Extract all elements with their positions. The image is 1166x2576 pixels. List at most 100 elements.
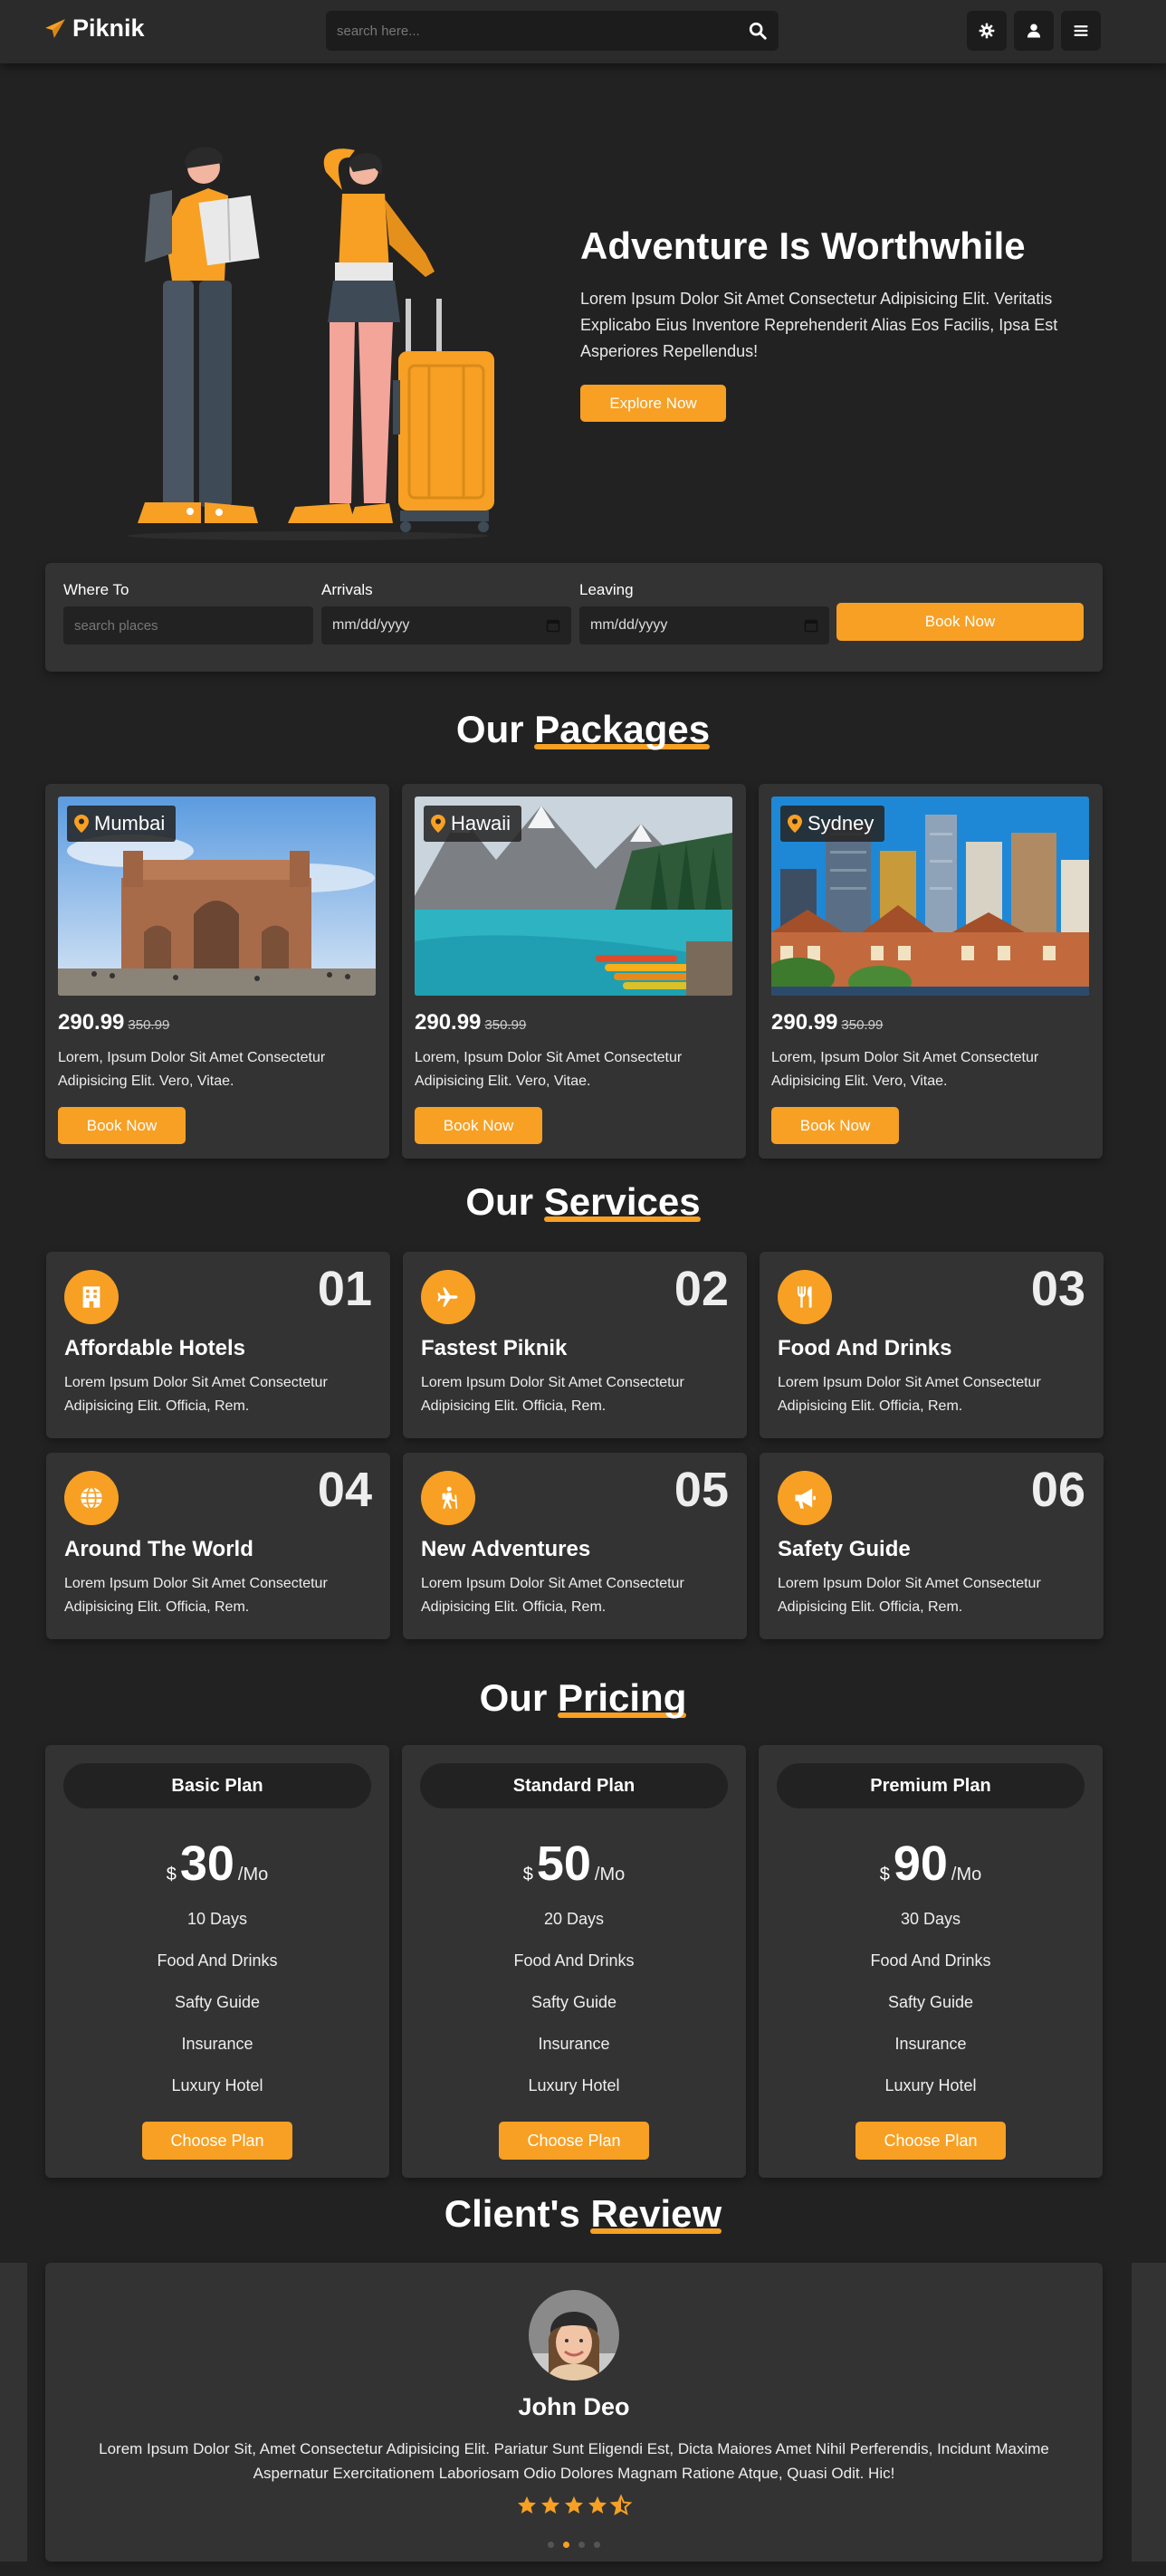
service-text: Lorem Ipsum Dolor Sit Amet Consectetur A… — [421, 1576, 684, 1615]
where-to-field: Where To search places — [63, 581, 313, 644]
globe-icon-badge — [64, 1471, 119, 1525]
service-title: Affordable Hotels — [64, 1336, 246, 1360]
calendar-icon[interactable] — [546, 618, 560, 633]
leaving-label: Leaving — [579, 581, 634, 598]
hotel-icon-badge — [64, 1270, 119, 1324]
slider-dot[interactable] — [548, 2542, 554, 2548]
service-text: Lorem Ipsum Dolor Sit Amet Consectetur A… — [778, 1576, 1041, 1615]
map-marker-icon — [788, 815, 802, 833]
currency-symbol: $ — [166, 1865, 177, 1884]
package-card-mumbai: Mumbai 290.99 350.99 Lorem, Ipsum Dolor S… — [45, 784, 389, 1159]
calendar-icon[interactable] — [804, 618, 818, 633]
booking-form: Where To search places Arrivals mm/dd/yy… — [45, 563, 1103, 672]
hero-description: Lorem Ipsum Dolor Sit Amet Consectetur A… — [580, 290, 1058, 360]
service-title: Food And Drinks — [778, 1336, 952, 1360]
map-marker-icon — [74, 815, 89, 833]
search-bar — [326, 11, 779, 51]
menu-button[interactable] — [1061, 11, 1101, 51]
old-price: 350.99 — [841, 1017, 884, 1033]
current-price: 290.99 — [415, 1010, 482, 1035]
plan-feature: Safty Guide — [174, 1993, 261, 2011]
plane-icon-badge — [421, 1270, 475, 1324]
review-heading-highlight: Review — [590, 2192, 722, 2235]
where-to-input[interactable]: search places — [63, 606, 313, 644]
plan-name: Standard Plan — [420, 1763, 728, 1808]
globe-icon — [81, 1486, 102, 1510]
packages-heading: Our Packages — [0, 708, 1166, 751]
book-now-button[interactable]: Book Now — [836, 603, 1084, 641]
search-input[interactable] — [337, 23, 748, 39]
slider-pagination — [45, 2542, 1103, 2548]
pricing-heading-plain: Our — [479, 1676, 558, 1719]
search-icon[interactable] — [748, 21, 768, 41]
travelers-illustration — [127, 147, 494, 540]
star-rating — [45, 2495, 1103, 2516]
pricing-card-premium: Premium Plan $ 90 /Mo 30 Days Food And D… — [759, 1745, 1103, 2178]
arrivals-label: Arrivals — [321, 581, 373, 598]
slider-dot[interactable] — [594, 2542, 600, 2548]
location-name: Mumbai — [94, 812, 166, 835]
plan-name: Premium Plan — [777, 1763, 1085, 1808]
logo-text: Piknik — [72, 14, 145, 42]
services-heading-highlight: Services — [543, 1180, 701, 1223]
service-title: Safety Guide — [778, 1537, 911, 1561]
arrivals-date-value: mm/dd/yyyy — [332, 617, 410, 633]
hotel-icon — [82, 1286, 100, 1308]
choose-plan-button[interactable]: Choose Plan — [855, 2122, 1006, 2160]
packages-heading-plain: Our — [455, 708, 535, 750]
package-description: Lorem, Ipsum Dolor Sit Amet Consectetur … — [771, 1050, 1039, 1089]
plan-feature: Luxury Hotel — [528, 2076, 620, 2094]
arrivals-field: Arrivals mm/dd/yyyy — [321, 581, 571, 644]
service-text: Lorem Ipsum Dolor Sit Amet Consectetur A… — [64, 1375, 328, 1414]
location-name: Hawaii — [451, 812, 511, 835]
book-now-button[interactable]: Book Now — [771, 1107, 899, 1144]
star-icon — [565, 2496, 583, 2514]
service-card: 01 Affordable Hotels Lorem Ipsum Dolor S… — [46, 1252, 390, 1438]
user-button[interactable] — [1014, 11, 1054, 51]
plan-feature: Insurance — [538, 2035, 610, 2053]
previous-review-slide[interactable] — [0, 2263, 27, 2562]
old-price: 350.99 — [484, 1017, 527, 1033]
leaving-date-input[interactable]: mm/dd/yyyy — [579, 606, 829, 644]
service-text: Lorem Ipsum Dolor Sit Amet Consectetur A… — [421, 1375, 684, 1414]
plan-feature: Luxury Hotel — [884, 2076, 977, 2094]
where-to-label: Where To — [63, 581, 129, 598]
service-number: 02 — [674, 1262, 729, 1316]
plan-price: $ 50 /Mo — [402, 1836, 746, 1892]
star-icon — [588, 2496, 607, 2514]
slider-dot-active[interactable] — [563, 2542, 569, 2548]
next-review-slide[interactable] — [1132, 2263, 1166, 2562]
plan-feature: 20 Days — [543, 1910, 605, 1928]
plane-icon — [437, 1287, 458, 1307]
slider-dot[interactable] — [578, 2542, 585, 2548]
explore-now-button[interactable]: Explore Now — [580, 385, 726, 422]
star-icon — [518, 2496, 536, 2514]
book-now-button[interactable]: Book Now — [415, 1107, 542, 1144]
megaphone-icon-badge — [778, 1471, 832, 1525]
review-text: Lorem Ipsum Dolor Sit, Amet Consectetur … — [99, 2440, 1049, 2482]
currency-symbol: $ — [879, 1865, 890, 1884]
plan-name: Basic Plan — [63, 1763, 371, 1808]
plan-feature: Insurance — [894, 2035, 967, 2053]
service-number: 06 — [1030, 1463, 1085, 1517]
service-title: Around The World — [64, 1537, 253, 1561]
current-price: 290.99 — [771, 1010, 838, 1035]
logo[interactable]: Piknik — [43, 14, 145, 43]
price-amount: 90 — [893, 1837, 948, 1891]
book-now-button[interactable]: Book Now — [58, 1107, 186, 1144]
hero-title: Adventure Is Worthwhile — [580, 224, 1026, 267]
choose-plan-button[interactable]: Choose Plan — [142, 2122, 292, 2160]
package-price: 290.99 350.99 — [771, 1010, 883, 1035]
star-half-icon — [610, 2495, 632, 2516]
review-heading: Client's Review — [0, 2192, 1166, 2236]
plan-price: $ 90 /Mo — [759, 1836, 1103, 1892]
services-heading-plain: Our — [465, 1180, 544, 1223]
theme-toggle-button[interactable] — [967, 11, 1007, 51]
paper-plane-icon — [45, 18, 65, 38]
service-card: 04 Around The World Lorem Ipsum Dolor Si… — [46, 1453, 390, 1639]
package-description: Lorem, Ipsum Dolor Sit Amet Consectetur … — [415, 1050, 683, 1089]
price-period: /Mo — [594, 1865, 626, 1884]
arrivals-date-input[interactable]: mm/dd/yyyy — [321, 606, 571, 644]
plan-feature: 10 Days — [186, 1910, 248, 1928]
choose-plan-button[interactable]: Choose Plan — [499, 2122, 649, 2160]
